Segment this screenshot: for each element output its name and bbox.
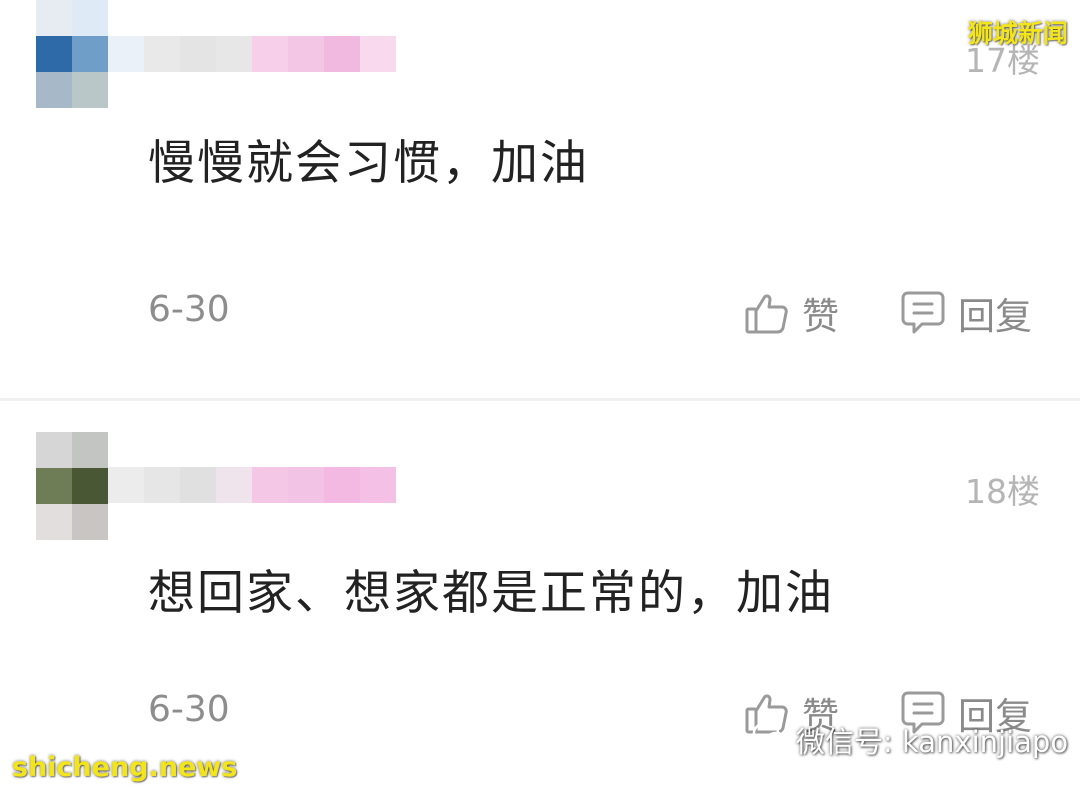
comment-bubble-icon	[900, 289, 946, 337]
wechat-watermark: 微信号: kanxinjiapo	[752, 719, 1068, 761]
like-label: 赞	[802, 295, 839, 338]
comment-date: 6-30	[148, 689, 230, 730]
reply-button[interactable]: 回复	[900, 286, 1032, 340]
site-watermark: shicheng.news	[12, 752, 238, 783]
comment-text: 想回家、想家都是正常的，加油	[148, 566, 834, 621]
thumbs-up-icon	[744, 290, 790, 336]
comment-text: 慢慢就会习惯，加油	[148, 136, 589, 191]
brand-watermark-top: 狮城新闻	[967, 19, 1068, 48]
reply-label: 回复	[958, 295, 1032, 338]
avatar[interactable]	[36, 0, 108, 108]
comment-date: 6-30	[148, 289, 230, 330]
avatar[interactable]	[36, 432, 108, 540]
username-pixelated[interactable]	[108, 36, 396, 72]
username-pixelated[interactable]	[108, 467, 396, 503]
comments-page: 17楼 慢慢就会习惯，加油 6-30 赞 回复 18楼 想回家、想家都是正常的，…	[0, 0, 1080, 788]
comment-item-17: 17楼 慢慢就会习惯，加油 6-30 赞 回复	[0, 0, 1080, 398]
like-button[interactable]: 赞	[744, 286, 839, 340]
wechat-label: 微信号: kanxinjiapo	[796, 725, 1069, 759]
floor-number: 18楼	[965, 472, 1040, 511]
wechat-icon	[752, 721, 796, 760]
